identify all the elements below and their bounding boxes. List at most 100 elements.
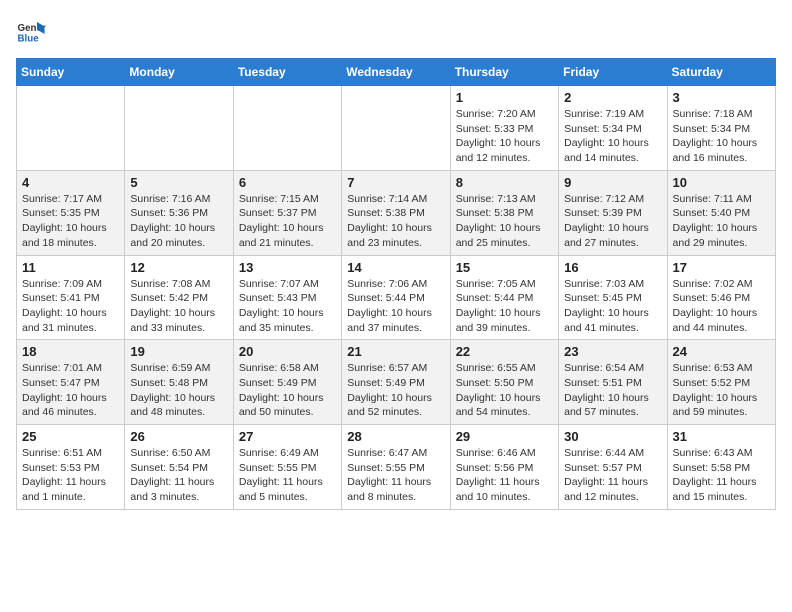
day-number: 7 xyxy=(347,175,444,190)
day-number: 16 xyxy=(564,260,661,275)
day-info: Sunrise: 6:53 AMSunset: 5:52 PMDaylight:… xyxy=(673,361,770,420)
day-number: 3 xyxy=(673,90,770,105)
day-info: Sunrise: 7:07 AMSunset: 5:43 PMDaylight:… xyxy=(239,277,336,336)
calendar-cell: 6 Sunrise: 7:15 AMSunset: 5:37 PMDaylight… xyxy=(233,170,341,255)
calendar-cell: 30Sunrise: 6:44 AMSunset: 5:57 PMDayligh… xyxy=(559,425,667,510)
day-info: Sunrise: 6:58 AMSunset: 5:49 PMDaylight:… xyxy=(239,361,336,420)
calendar-cell: 16 Sunrise: 7:03 AMSunset: 5:45 PMDayligh… xyxy=(559,255,667,340)
week-row-4: 18 Sunrise: 7:01 AMSunset: 5:47 PMDayligh… xyxy=(17,340,776,425)
week-row-1: 1Sunrise: 7:20 AMSunset: 5:33 PMDaylight… xyxy=(17,86,776,171)
calendar-cell: 2 Sunrise: 7:19 AMSunset: 5:34 PMDaylight… xyxy=(559,86,667,171)
calendar-cell: 31Sunrise: 6:43 AMSunset: 5:58 PMDayligh… xyxy=(667,425,775,510)
day-number: 28 xyxy=(347,429,444,444)
calendar-body: 1Sunrise: 7:20 AMSunset: 5:33 PMDaylight… xyxy=(17,86,776,510)
day-number: 21 xyxy=(347,344,444,359)
calendar-cell: 14 Sunrise: 7:06 AMSunset: 5:44 PMDayligh… xyxy=(342,255,450,340)
weekday-header-wednesday: Wednesday xyxy=(342,59,450,86)
calendar-cell: 10Sunrise: 7:11 AMSunset: 5:40 PMDayligh… xyxy=(667,170,775,255)
day-info: Sunrise: 7:08 AMSunset: 5:42 PMDaylight:… xyxy=(130,277,227,336)
calendar-cell: 24 Sunrise: 6:53 AMSunset: 5:52 PMDayligh… xyxy=(667,340,775,425)
day-info: Sunrise: 7:19 AMSunset: 5:34 PMDaylight:… xyxy=(564,107,661,166)
day-info: Sunrise: 7:13 AMSunset: 5:38 PMDaylight:… xyxy=(456,192,553,251)
day-number: 8 xyxy=(456,175,553,190)
day-info: Sunrise: 6:59 AMSunset: 5:48 PMDaylight:… xyxy=(130,361,227,420)
calendar-cell: 4 Sunrise: 7:17 AMSunset: 5:35 PMDaylight… xyxy=(17,170,125,255)
calendar-cell: 26 Sunrise: 6:50 AMSunset: 5:54 PMDayligh… xyxy=(125,425,233,510)
day-info: Sunrise: 6:49 AMSunset: 5:55 PMDaylight:… xyxy=(239,446,336,505)
calendar-cell: 3 Sunrise: 7:18 AMSunset: 5:34 PMDaylight… xyxy=(667,86,775,171)
calendar-cell: 17 Sunrise: 7:02 AMSunset: 5:46 PMDayligh… xyxy=(667,255,775,340)
day-info: Sunrise: 7:05 AMSunset: 5:44 PMDaylight:… xyxy=(456,277,553,336)
calendar-cell: 21 Sunrise: 6:57 AMSunset: 5:49 PMDayligh… xyxy=(342,340,450,425)
day-info: Sunrise: 6:57 AMSunset: 5:49 PMDaylight:… xyxy=(347,361,444,420)
day-number: 6 xyxy=(239,175,336,190)
day-number: 25 xyxy=(22,429,119,444)
weekday-header-saturday: Saturday xyxy=(667,59,775,86)
day-info: Sunrise: 6:43 AMSunset: 5:58 PMDaylight:… xyxy=(673,446,770,505)
day-info: Sunrise: 7:15 AMSunset: 5:37 PMDaylight:… xyxy=(239,192,336,251)
calendar-cell xyxy=(233,86,341,171)
day-info: Sunrise: 7:03 AMSunset: 5:45 PMDaylight:… xyxy=(564,277,661,336)
day-info: Sunrise: 7:20 AMSunset: 5:33 PMDaylight:… xyxy=(456,107,553,166)
day-number: 4 xyxy=(22,175,119,190)
calendar-cell: 13Sunrise: 7:07 AMSunset: 5:43 PMDayligh… xyxy=(233,255,341,340)
calendar-cell: 9 Sunrise: 7:12 AMSunset: 5:39 PMDaylight… xyxy=(559,170,667,255)
day-number: 26 xyxy=(130,429,227,444)
week-row-2: 4 Sunrise: 7:17 AMSunset: 5:35 PMDaylight… xyxy=(17,170,776,255)
calendar-cell: 12 Sunrise: 7:08 AMSunset: 5:42 PMDayligh… xyxy=(125,255,233,340)
calendar-cell: 5Sunrise: 7:16 AMSunset: 5:36 PMDaylight… xyxy=(125,170,233,255)
svg-text:Blue: Blue xyxy=(18,34,40,45)
day-info: Sunrise: 7:17 AMSunset: 5:35 PMDaylight:… xyxy=(22,192,119,251)
calendar-cell: 8 Sunrise: 7:13 AMSunset: 5:38 PMDaylight… xyxy=(450,170,558,255)
day-number: 15 xyxy=(456,260,553,275)
day-number: 9 xyxy=(564,175,661,190)
calendar-table: SundayMondayTuesdayWednesdayThursdayFrid… xyxy=(16,58,776,510)
day-info: Sunrise: 7:12 AMSunset: 5:39 PMDaylight:… xyxy=(564,192,661,251)
day-number: 17 xyxy=(673,260,770,275)
calendar-cell: 11Sunrise: 7:09 AMSunset: 5:41 PMDayligh… xyxy=(17,255,125,340)
day-info: Sunrise: 6:51 AMSunset: 5:53 PMDaylight:… xyxy=(22,446,119,505)
day-number: 23 xyxy=(564,344,661,359)
day-info: Sunrise: 7:02 AMSunset: 5:46 PMDaylight:… xyxy=(673,277,770,336)
calendar-header: SundayMondayTuesdayWednesdayThursdayFrid… xyxy=(17,59,776,86)
calendar-cell: 23 Sunrise: 6:54 AMSunset: 5:51 PMDayligh… xyxy=(559,340,667,425)
day-number: 22 xyxy=(456,344,553,359)
logo: General Blue xyxy=(16,16,46,46)
calendar-cell: 25 Sunrise: 6:51 AMSunset: 5:53 PMDayligh… xyxy=(17,425,125,510)
calendar-cell: 15 Sunrise: 7:05 AMSunset: 5:44 PMDayligh… xyxy=(450,255,558,340)
day-info: Sunrise: 7:16 AMSunset: 5:36 PMDaylight:… xyxy=(130,192,227,251)
day-number: 14 xyxy=(347,260,444,275)
weekday-header-sunday: Sunday xyxy=(17,59,125,86)
day-number: 30 xyxy=(564,429,661,444)
day-number: 12 xyxy=(130,260,227,275)
calendar-cell xyxy=(17,86,125,171)
day-number: 10 xyxy=(673,175,770,190)
day-number: 2 xyxy=(564,90,661,105)
day-info: Sunrise: 6:47 AMSunset: 5:55 PMDaylight:… xyxy=(347,446,444,505)
calendar-cell xyxy=(125,86,233,171)
weekday-row: SundayMondayTuesdayWednesdayThursdayFrid… xyxy=(17,59,776,86)
day-info: Sunrise: 6:55 AMSunset: 5:50 PMDaylight:… xyxy=(456,361,553,420)
weekday-header-monday: Monday xyxy=(125,59,233,86)
day-info: Sunrise: 7:18 AMSunset: 5:34 PMDaylight:… xyxy=(673,107,770,166)
day-info: Sunrise: 7:01 AMSunset: 5:47 PMDaylight:… xyxy=(22,361,119,420)
day-info: Sunrise: 6:46 AMSunset: 5:56 PMDaylight:… xyxy=(456,446,553,505)
page-header: General Blue xyxy=(16,16,776,46)
day-number: 18 xyxy=(22,344,119,359)
day-number: 24 xyxy=(673,344,770,359)
logo-icon: General Blue xyxy=(16,16,46,46)
day-number: 20 xyxy=(239,344,336,359)
day-info: Sunrise: 6:50 AMSunset: 5:54 PMDaylight:… xyxy=(130,446,227,505)
calendar-cell: 1Sunrise: 7:20 AMSunset: 5:33 PMDaylight… xyxy=(450,86,558,171)
weekday-header-thursday: Thursday xyxy=(450,59,558,86)
calendar-cell: 27 Sunrise: 6:49 AMSunset: 5:55 PMDayligh… xyxy=(233,425,341,510)
day-info: Sunrise: 7:14 AMSunset: 5:38 PMDaylight:… xyxy=(347,192,444,251)
day-info: Sunrise: 6:54 AMSunset: 5:51 PMDaylight:… xyxy=(564,361,661,420)
calendar-cell: 7 Sunrise: 7:14 AMSunset: 5:38 PMDaylight… xyxy=(342,170,450,255)
day-number: 29 xyxy=(456,429,553,444)
week-row-5: 25 Sunrise: 6:51 AMSunset: 5:53 PMDayligh… xyxy=(17,425,776,510)
day-info: Sunrise: 7:06 AMSunset: 5:44 PMDaylight:… xyxy=(347,277,444,336)
weekday-header-friday: Friday xyxy=(559,59,667,86)
week-row-3: 11Sunrise: 7:09 AMSunset: 5:41 PMDayligh… xyxy=(17,255,776,340)
day-number: 27 xyxy=(239,429,336,444)
